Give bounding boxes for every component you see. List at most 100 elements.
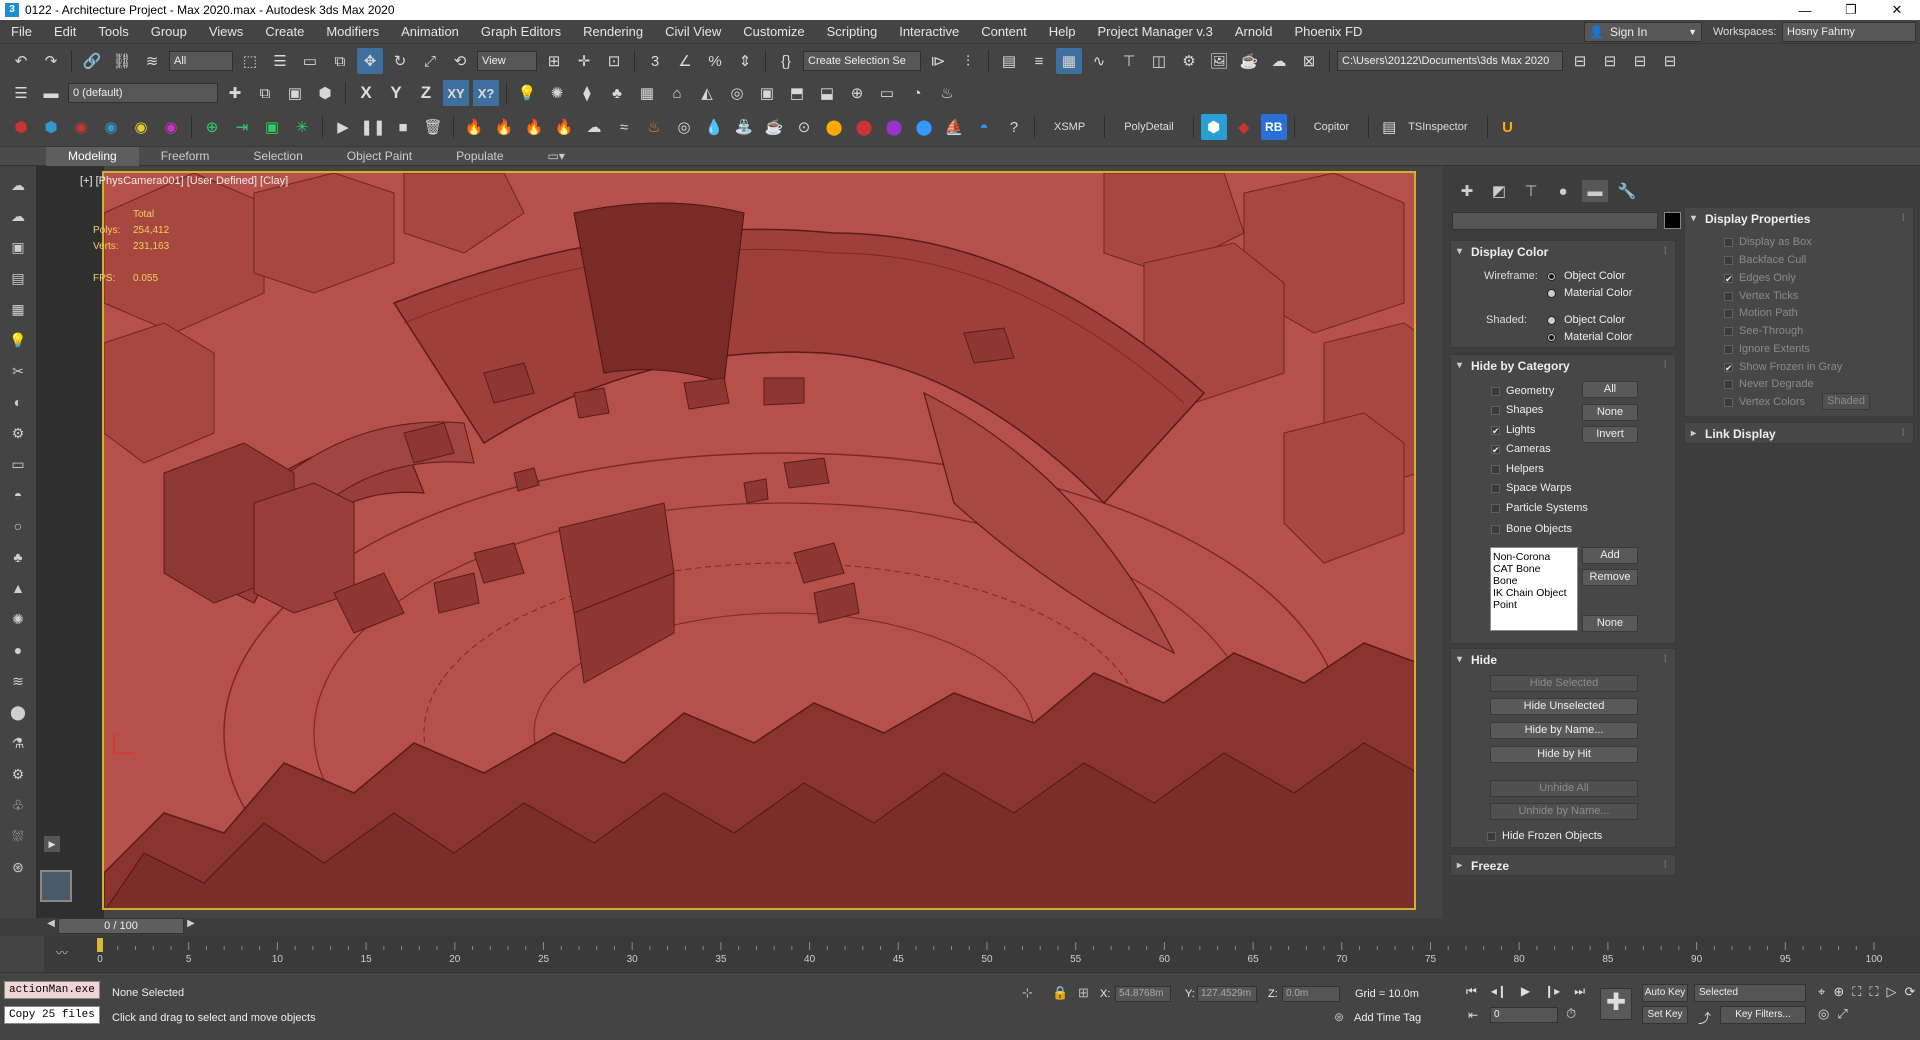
hide-shapes-checkbox[interactable]: Shapes (1491, 404, 1543, 416)
project-icon-2[interactable]: ⊟ (1597, 48, 1623, 74)
layer-explorer-icon[interactable]: ≡ (1026, 48, 1052, 74)
axis-xy-cycle-button[interactable]: X? (473, 80, 499, 106)
toggle-ribbon-icon[interactable]: ▦ (1056, 48, 1082, 74)
select-in-layer-icon[interactable]: ▣ (282, 80, 308, 106)
category-list[interactable]: Non-Corona CAT Bone Bone IK Chain Object… (1490, 547, 1578, 631)
utilities-tab-icon[interactable]: 🔧 (1614, 180, 1640, 202)
list-item[interactable]: IK Chain Object (1493, 587, 1575, 599)
project-icon-3[interactable]: ⊟ (1627, 48, 1653, 74)
shaded-object-color-radio[interactable]: Object Color (1547, 314, 1625, 326)
plugin-cube-icon[interactable]: ⬢ (1200, 114, 1227, 140)
display-properties-header[interactable]: Display Properties ⁞ (1685, 208, 1913, 230)
pause-icon[interactable]: ❚❚ (360, 114, 386, 140)
workspace-select[interactable]: Hosny Fahmy (1782, 22, 1916, 42)
water-icon-9[interactable]: ⛵ (941, 114, 967, 140)
hide-bone-objects-checkbox[interactable]: Bone Objects (1491, 523, 1572, 535)
snaps-toggle-icon[interactable]: 3 (642, 48, 668, 74)
left-tool-icon-10[interactable]: ▭ (4, 451, 32, 477)
vertex-colors-checkbox[interactable]: Vertex Colors (1724, 396, 1805, 408)
none-list-button[interactable]: None (1582, 615, 1638, 632)
water-icon-1[interactable]: 💧 (701, 114, 727, 140)
ribbon-options-icon[interactable]: ▭▾ (526, 147, 587, 166)
schematic-view-icon[interactable]: ⊤ (1116, 48, 1142, 74)
tool-icon-1[interactable]: ⌂ (664, 80, 690, 106)
left-tool-icon-6[interactable]: 💡 (4, 327, 32, 353)
set-key-big-button[interactable]: ✚ (1600, 988, 1632, 1020)
viewport-label[interactable]: [+] [PhysCamera001] [User Defined] [Clay… (80, 175, 288, 187)
plugin-diamond-icon[interactable]: ◆ (1231, 114, 1257, 140)
water-icon-7[interactable]: ⬤ (881, 114, 907, 140)
left-tool-icon-5[interactable]: ▦ (4, 296, 32, 322)
a360-gallery-icon[interactable]: ⊠ (1296, 48, 1322, 74)
menu-modifiers[interactable]: Modifiers (315, 24, 390, 39)
left-tool-icon-7[interactable]: ✂ (4, 358, 32, 384)
wind-icon[interactable]: ≈ (611, 114, 637, 140)
pivot-center-icon[interactable]: ⊞ (541, 48, 567, 74)
create-layer-icon[interactable]: ✚ (222, 80, 248, 106)
tab-modeling[interactable]: Modeling (46, 146, 139, 166)
tool-icon-3[interactable]: ◎ (724, 80, 750, 106)
unhide-by-name-button[interactable]: Unhide by Name... (1490, 803, 1638, 820)
tool-icon-6[interactable]: ⬓ (814, 80, 840, 106)
plugin-icon-5[interactable]: ◉ (128, 114, 154, 140)
next-key-icon[interactable]: ❙▸ (1544, 984, 1560, 999)
display-as-box-checkbox[interactable]: Display as Box (1724, 236, 1812, 248)
sign-in-dropdown[interactable]: 👤 Sign In ▼ (1584, 22, 1702, 42)
hierarchy-tab-icon[interactable]: ⊤ (1518, 180, 1544, 202)
hide-by-name-button[interactable]: Hide by Name... (1490, 722, 1638, 739)
water-icon-3[interactable]: ☕ (761, 114, 787, 140)
object-name-field[interactable] (1452, 212, 1658, 230)
menu-content[interactable]: Content (970, 24, 1038, 39)
plugin-icon-3[interactable]: ◉ (68, 114, 94, 140)
angle-snap-icon[interactable]: ∠ (672, 48, 698, 74)
play-animation-icon[interactable]: ▶ (1521, 984, 1530, 999)
menu-help[interactable]: Help (1038, 24, 1087, 39)
left-tool-icon-11[interactable]: ◓ (4, 482, 32, 508)
maxscript-listener-line[interactable]: actionMan.exe (4, 981, 100, 999)
object-color-swatch[interactable] (1664, 212, 1681, 229)
fire-icon-2[interactable]: 🔥 (491, 114, 517, 140)
light-icon[interactable]: 💡 (514, 80, 540, 106)
left-tool-icon-16[interactable]: ● (4, 637, 32, 663)
select-and-rotate-icon[interactable]: ↻ (387, 48, 413, 74)
tsinspector-button[interactable]: TSInspector (1406, 121, 1479, 133)
lister-icon[interactable]: ⧫ (574, 80, 600, 106)
tab-selection[interactable]: Selection (231, 147, 324, 166)
render-in-cloud-icon[interactable]: ☁ (1266, 48, 1292, 74)
show-frozen-in-gray-checkbox[interactable]: ✔ Show Frozen in Gray (1724, 361, 1842, 373)
hide-cameras-checkbox[interactable]: ✔ Cameras (1491, 443, 1551, 455)
layer-manager-icon[interactable]: ☰ (8, 80, 34, 106)
help-icon[interactable]: ? (1001, 114, 1027, 140)
wireframe-material-color-radio[interactable]: Material Color (1547, 287, 1632, 299)
xsmp-button[interactable]: XSMP (1042, 121, 1097, 133)
polydetail-button[interactable]: PolyDetail (1112, 121, 1186, 133)
zoom-all-icon[interactable]: ⊕ (1833, 984, 1844, 1000)
menu-arnold[interactable]: Arnold (1224, 24, 1284, 39)
motion-path-checkbox[interactable]: Motion Path (1724, 307, 1798, 319)
list-item[interactable]: Bone (1493, 575, 1575, 587)
hide-particle-systems-checkbox[interactable]: Particle Systems (1491, 502, 1588, 514)
axis-xy-button[interactable]: XY (443, 80, 469, 106)
previous-key-icon[interactable]: ◂❙ (1491, 984, 1507, 999)
left-tool-icon-8[interactable]: ◐ (4, 389, 32, 415)
left-tool-icon-15[interactable]: ✺ (4, 606, 32, 632)
viewport-camera[interactable] (102, 171, 1416, 910)
select-and-move-icon[interactable]: ✥ (357, 48, 383, 74)
left-tool-icon-18[interactable]: ⬤ (4, 699, 32, 725)
remove-button[interactable]: Remove (1582, 569, 1638, 586)
left-tool-icon-19[interactable]: ⚗ (4, 730, 32, 756)
plugin-icon-10[interactable]: ✳ (289, 114, 315, 140)
project-path-select[interactable]: C:\Users\20122\Documents\3ds Max 2020 (1337, 51, 1563, 71)
menu-scripting[interactable]: Scripting (816, 24, 889, 39)
modify-tab-icon[interactable]: ◩ (1486, 180, 1512, 202)
select-by-name-icon[interactable]: ☰ (267, 48, 293, 74)
undo-icon[interactable]: ↶ (8, 48, 34, 74)
layer-select[interactable]: 0 (default) (68, 83, 218, 103)
set-current-layer-icon[interactable]: ⬢ (312, 80, 338, 106)
zoom-icon[interactable]: ⌖ (1818, 984, 1825, 1000)
left-tool-icon-9[interactable]: ⚙ (4, 420, 32, 446)
sun-icon[interactable]: ✺ (544, 80, 570, 106)
fire-icon-3[interactable]: 🔥 (521, 114, 547, 140)
water-icon-4[interactable]: ⊙ (791, 114, 817, 140)
list-item[interactable]: Point (1493, 599, 1575, 611)
